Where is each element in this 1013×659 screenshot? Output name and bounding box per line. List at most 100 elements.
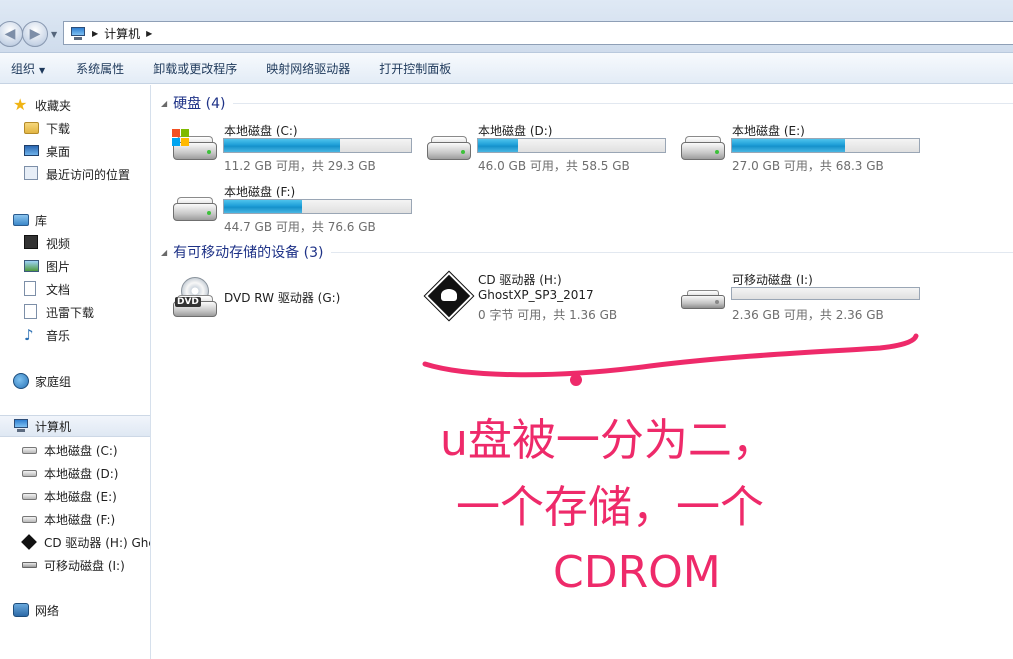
video-icon [24,235,38,249]
hard-drive-icon [22,493,37,500]
drive-space-info: 27.0 GB 可用，共 68.3 GB [732,159,884,173]
group-divider [331,251,1013,253]
computer-icon [70,26,86,40]
drive-space-info: 0 字节 可用，共 1.36 GB [478,308,618,322]
nav-item-videos[interactable]: 视频 [0,232,150,254]
homegroup-icon [13,373,29,389]
nav-item-drive-e[interactable]: 本地磁盘 (E:) [0,485,150,507]
thunder-download-icon [24,304,37,319]
drive-tile-h[interactable]: CD 驱动器 (H:) GhostXP_SP3_2017 0 字节 可用，共 1… [406,271,656,329]
usage-bar [477,138,666,153]
drive-tile-c[interactable]: 本地磁盘 (C:) 11.2 GB 可用，共 29.3 GB [152,122,412,180]
nav-network[interactable]: 网络 [0,599,150,621]
group-divider [233,102,1013,104]
usage-bar-fill [224,200,302,213]
drive-tile-g[interactable]: DVD DVD RW 驱动器 (G:) [152,271,402,329]
computer-icon [13,419,29,432]
nav-homegroup[interactable]: 家庭组 [0,370,150,392]
nav-item-drive-d[interactable]: 本地磁盘 (D:) [0,462,150,484]
drive-name: 本地磁盘 (C:) [224,124,298,138]
organize-label: 组织 [11,61,36,76]
usage-bar [731,287,920,300]
nav-item-desktop[interactable]: 桌面 [0,140,150,162]
drive-tile-e[interactable]: 本地磁盘 (E:) 27.0 GB 可用，共 68.3 GB [660,122,920,180]
nav-item-downloads[interactable]: 下载 [0,117,150,139]
caret-down-icon: ▼ [39,65,46,75]
recent-pages-dropdown-icon[interactable]: ▼ [51,30,57,39]
library-icon [13,214,29,226]
drive-space-info: 11.2 GB 可用，共 29.3 GB [224,159,376,173]
system-drive-icon [22,447,37,454]
organize-menu-button[interactable]: 组织 ▼ [0,60,56,77]
drive-name: 本地磁盘 (E:) [732,124,805,138]
usage-bar-fill [224,139,340,152]
nav-computer[interactable]: 计算机 [0,415,150,437]
ghost-cd-icon [424,271,474,321]
nav-item-music[interactable]: ♪ 音乐 [0,324,150,346]
drive-name: 本地磁盘 (D:) [478,124,553,138]
hard-drive-icon [22,470,37,477]
uninstall-program-button[interactable]: 卸载或更改程序 [135,60,248,77]
address-bar-area: ◀ ▶ ▼ ▶ 计算机 ▶ [0,0,1013,53]
back-arrow-icon: ◀ [4,26,16,42]
removable-drive-icon [679,277,727,317]
usage-bar [223,199,412,214]
nav-item-documents[interactable]: 文档 [0,278,150,300]
breadcrumb-arrow-icon[interactable]: ▶ [146,29,152,38]
nav-item-drive-h[interactable]: CD 驱动器 (H:) Ghc [0,531,150,553]
network-icon [13,603,29,617]
system-properties-button[interactable]: 系统属性 [56,60,135,77]
navigation-pane: ★ 收藏夹 下载 桌面 最近访问的位置 库 视频 图片 文档 迅雷下载 ♪ 音乐… [0,85,151,659]
forward-button[interactable]: ▶ [22,21,48,47]
nav-item-drive-f[interactable]: 本地磁盘 (F:) [0,508,150,530]
cd-drive-icon [21,534,37,550]
hard-drive-icon [171,189,219,229]
group-header-hard-drives[interactable]: ◢ 硬盘 (4) [152,93,1013,113]
forward-arrow-icon: ▶ [29,26,41,42]
address-box[interactable]: ▶ 计算机 ▶ [63,21,1013,45]
drive-space-info: 2.36 GB 可用，共 2.36 GB [732,308,884,322]
annotation-line-1: u盘被一分为二， [440,415,776,466]
annotation-line-3: CDROM [553,547,721,598]
desktop-icon [24,145,39,156]
nav-libraries[interactable]: 库 [0,209,150,231]
documents-icon [24,281,36,296]
collapse-triangle-icon[interactable]: ◢ [161,248,167,257]
volume-label: GhostXP_SP3_2017 [478,288,594,302]
nav-favorites[interactable]: ★ 收藏夹 [0,94,150,116]
breadcrumb-computer[interactable]: 计算机 [104,25,140,42]
music-icon: ♪ [24,326,34,344]
usage-bar-fill [732,139,846,152]
drive-space-info: 44.7 GB 可用，共 76.6 GB [224,220,376,234]
nav-item-thunder-downloads[interactable]: 迅雷下载 [0,301,150,323]
nav-item-pictures[interactable]: 图片 [0,255,150,277]
recent-places-icon [24,166,38,180]
nav-item-recent-places[interactable]: 最近访问的位置 [0,163,150,185]
drive-tile-d[interactable]: 本地磁盘 (D:) 46.0 GB 可用，共 58.5 GB [406,122,666,180]
hard-drive-icon [679,128,727,168]
pictures-icon [24,260,39,272]
drive-space-info: 46.0 GB 可用，共 58.5 GB [478,159,630,173]
drive-name: DVD RW 驱动器 (G:) [224,291,341,305]
star-icon: ★ [13,95,28,114]
command-bar: 组织 ▼ 系统属性 卸载或更改程序 映射网络驱动器 打开控制面板 [0,53,1013,84]
nav-item-drive-i[interactable]: 可移动磁盘 (I:) [0,554,150,576]
open-control-panel-button[interactable]: 打开控制面板 [361,60,462,77]
usage-bar [731,138,920,153]
annotation-line-2: 一个存储，一个 [456,482,764,533]
back-button[interactable]: ◀ [0,21,23,47]
nav-item-drive-c[interactable]: 本地磁盘 (C:) [0,439,150,461]
usage-bar [223,138,412,153]
map-network-drive-button[interactable]: 映射网络驱动器 [248,60,361,77]
dvd-drive-icon: DVD [171,277,219,317]
collapse-triangle-icon[interactable]: ◢ [161,99,167,108]
breadcrumb-arrow-icon[interactable]: ▶ [92,29,98,38]
removable-drive-icon [22,562,37,568]
hard-drive-icon [22,516,37,523]
drive-tile-f[interactable]: 本地磁盘 (F:) 44.7 GB 可用，共 76.6 GB [152,183,412,241]
drive-tile-i[interactable]: 可移动磁盘 (I:) 2.36 GB 可用，共 2.36 GB [660,271,920,329]
hard-drive-icon [425,128,473,168]
group-header-removable-storage[interactable]: ◢ 有可移动存储的设备 (3) [152,242,1013,262]
drive-name: CD 驱动器 (H:) [478,273,562,287]
drive-name: 可移动磁盘 (I:) [732,273,813,287]
